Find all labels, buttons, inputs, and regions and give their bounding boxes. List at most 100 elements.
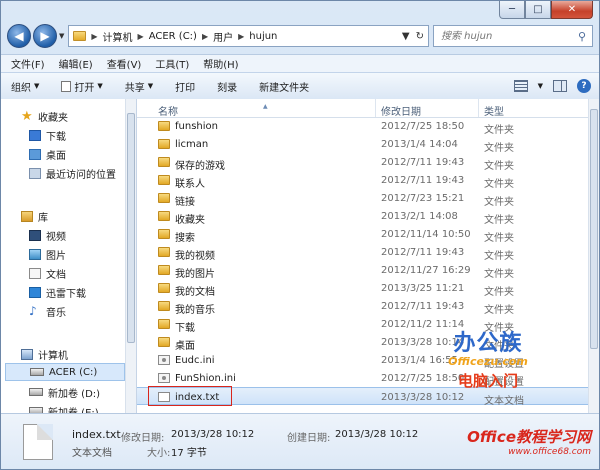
maximize-button[interactable]: □ — [525, 1, 551, 19]
chevron-down-icon: ▼ — [34, 82, 40, 90]
watermark-main: 办公族 — [453, 331, 523, 356]
menu-help[interactable]: 帮助(H) — [203, 56, 238, 71]
search-box[interactable]: ⚲ — [433, 25, 593, 47]
file-row[interactable]: 我的图片 2012/11/27 16:29 文件夹 — [137, 261, 589, 280]
address-bar[interactable]: ▶ 计算机 ▶ ACER (C:) ▶ 用户 ▶ hujun ▼ ↻ — [68, 25, 429, 47]
file-date: 2012/11/27 16:29 — [381, 265, 471, 276]
file-name: 我的文档 — [175, 287, 215, 298]
file-row[interactable]: 收藏夹 2013/2/1 14:08 文件夹 — [137, 207, 589, 226]
caption-buttons: ─ □ ✕ — [499, 1, 593, 19]
forward-button[interactable]: ▶ — [33, 24, 57, 48]
file-row[interactable]: 我的音乐 2012/7/11 19:43 文件夹 — [137, 297, 589, 316]
nav-item-music[interactable]: ♪ 音乐 — [29, 302, 66, 320]
nav-item-desktop[interactable]: 桌面 — [29, 145, 66, 163]
chevron-down-icon[interactable]: ▼ — [538, 82, 543, 90]
file-type: 文件夹 — [484, 215, 514, 226]
command-bar: 组织 ▼ 打开 ▼ 共享 ▼ 打印 刻录 新建文件夹 ▼ ? — [1, 72, 599, 100]
nav-item-videos[interactable]: 视频 — [29, 226, 66, 244]
column-divider[interactable] — [478, 99, 479, 117]
column-divider[interactable] — [375, 99, 376, 117]
nav-item-drive-d[interactable]: 新加卷 (D:) — [29, 383, 100, 401]
new-folder-button[interactable]: 新建文件夹 — [259, 79, 309, 94]
file-row[interactable]: 我的视频 2012/7/11 19:43 文件夹 — [137, 243, 589, 262]
nav-computer[interactable]: 计算机 — [21, 345, 68, 363]
details-modified-value: 2013/3/28 10:12 — [171, 429, 255, 440]
breadcrumb-drive-c[interactable]: ACER (C:) — [149, 31, 197, 42]
nav-scrollbar[interactable] — [125, 99, 136, 413]
share-button[interactable]: 共享 ▼ — [125, 79, 153, 94]
address-dropdown-icon[interactable]: ▼ — [402, 31, 410, 42]
file-date: 2012/7/11 19:43 — [381, 157, 465, 168]
file-list-scroll-thumb[interactable] — [590, 109, 598, 349]
nav-item-downloads[interactable]: 下载 — [29, 126, 66, 144]
nav-item-thunder-downloads[interactable]: 迅雷下载 — [29, 283, 86, 301]
drive-icon — [30, 368, 44, 376]
burn-label: 刻录 — [217, 82, 238, 94]
organize-button[interactable]: 组织 ▼ — [11, 79, 39, 94]
nav-label: 新加卷 (E:) — [48, 407, 99, 414]
file-row[interactable]: 我的文档 2013/3/25 11:21 文件夹 — [137, 279, 589, 298]
computer-icon — [21, 348, 33, 360]
breadcrumb-separator[interactable]: ▶ — [238, 32, 244, 41]
details-size-value: 17 字节 — [171, 448, 207, 459]
file-name: FunShion.ini — [175, 373, 236, 384]
column-header-date[interactable]: 修改日期 — [381, 103, 421, 118]
file-name: 联系人 — [175, 179, 205, 190]
breadcrumb-computer[interactable]: 计算机 — [103, 29, 133, 44]
minimize-button[interactable]: ─ — [499, 1, 525, 19]
file-list-scrollbar[interactable] — [588, 99, 599, 413]
recent-pages-dropdown[interactable]: ▼ — [59, 32, 64, 40]
menu-file[interactable]: 文件(F) — [11, 56, 45, 71]
menu-edit[interactable]: 编辑(E) — [59, 56, 93, 71]
file-row[interactable]: 联系人 2012/7/11 19:43 文件夹 — [137, 171, 589, 190]
file-row[interactable]: 搜索 2012/11/14 10:50 文件夹 — [137, 225, 589, 244]
open-label: 打开 — [74, 82, 95, 94]
nav-favorites[interactable]: ★ 收藏夹 — [21, 107, 68, 125]
menu-tools[interactable]: 工具(T) — [155, 56, 189, 71]
nav-item-drive-e[interactable]: 新加卷 (E:) — [29, 402, 99, 413]
file-row[interactable]: 链接 2012/7/23 15:21 文件夹 — [137, 189, 589, 208]
burn-button[interactable]: 刻录 — [217, 79, 237, 94]
file-row[interactable]: licman 2013/1/4 14:04 文件夹 — [137, 135, 589, 154]
column-headers: 名称 ▲ 修改日期 类型 — [137, 99, 589, 118]
nav-label: 库 — [38, 212, 48, 224]
menu-bar: 文件(F) 编辑(E) 查看(V) 工具(T) 帮助(H) — [1, 54, 599, 72]
breadcrumb-separator[interactable]: ▶ — [91, 32, 97, 41]
breadcrumb-users[interactable]: 用户 — [213, 29, 233, 44]
file-name: 桌面 — [175, 341, 195, 352]
nav-item-documents[interactable]: 文档 — [29, 264, 66, 282]
file-name: 搜索 — [175, 233, 195, 244]
file-row[interactable]: 保存的游戏 2012/7/11 19:43 文件夹 — [137, 153, 589, 172]
nav-label: 视频 — [46, 231, 66, 243]
search-icon[interactable]: ⚲ — [578, 30, 586, 43]
preview-pane-icon[interactable] — [553, 80, 567, 92]
nav-scroll-thumb[interactable] — [127, 113, 135, 343]
search-input[interactable] — [439, 29, 578, 43]
breadcrumb-hujun[interactable]: hujun — [249, 31, 277, 42]
change-view-icon[interactable] — [513, 80, 528, 92]
nav-label: 文档 — [46, 269, 66, 281]
close-button[interactable]: ✕ — [551, 1, 593, 19]
back-button[interactable]: ◀ — [7, 24, 31, 48]
nav-item-recent-places[interactable]: 最近访问的位置 — [29, 164, 116, 182]
file-name: 我的视频 — [175, 251, 215, 262]
nav-libraries[interactable]: 库 — [21, 207, 48, 225]
menu-view[interactable]: 查看(V) — [107, 56, 142, 71]
drive-icon — [29, 388, 43, 396]
print-button[interactable]: 打印 — [175, 79, 195, 94]
chevron-down-icon: ▼ — [97, 82, 103, 90]
nav-label: 收藏夹 — [38, 112, 68, 124]
help-icon[interactable]: ? — [577, 79, 591, 93]
breadcrumb-separator[interactable]: ▶ — [202, 32, 208, 41]
nav-item-drive-c[interactable]: ACER (C:) — [5, 363, 125, 381]
column-header-type[interactable]: 类型 — [484, 103, 504, 118]
open-button[interactable]: 打开 ▼ — [61, 79, 103, 94]
column-header-name[interactable]: 名称 — [158, 103, 178, 118]
new-folder-label: 新建文件夹 — [259, 82, 310, 94]
breadcrumb-separator[interactable]: ▶ — [138, 32, 144, 41]
share-label: 共享 — [124, 82, 145, 94]
file-row[interactable]: funshion 2012/7/25 18:50 文件夹 — [137, 117, 589, 136]
refresh-icon[interactable]: ↻ — [416, 31, 424, 42]
nav-item-pictures[interactable]: 图片 — [29, 245, 66, 263]
file-date: 2013/3/28 10:12 — [381, 392, 465, 403]
